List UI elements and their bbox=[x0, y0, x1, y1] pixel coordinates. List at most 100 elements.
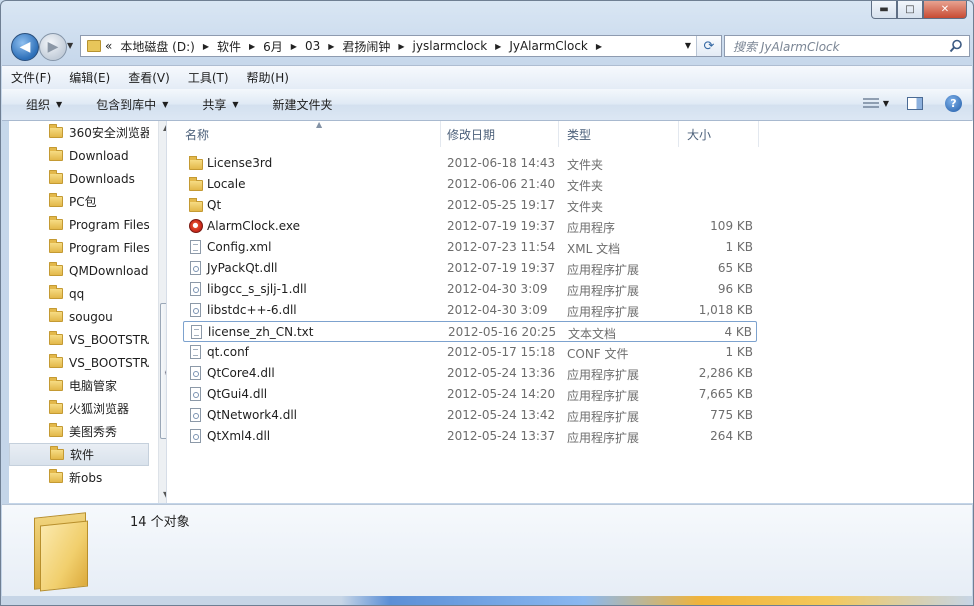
chevron-down-icon[interactable]: ▼ bbox=[883, 99, 889, 108]
file-type: CONF 文件 bbox=[567, 347, 629, 361]
column-header-size[interactable]: 大小 bbox=[679, 121, 759, 147]
file-name: QtGui4.dll bbox=[207, 387, 268, 401]
include-library-button[interactable]: 包含到库中 ▼ bbox=[78, 96, 178, 113]
navpane-item-label: VS_BOOTSTRA bbox=[69, 355, 149, 370]
file-size: 96 KB bbox=[717, 282, 753, 296]
navpane-item[interactable]: Program Files bbox=[9, 213, 149, 236]
search-input[interactable]: 搜索 JyAlarmClock bbox=[724, 35, 970, 57]
chevron-right-icon[interactable]: ▶ bbox=[328, 42, 334, 51]
navpane-item[interactable]: qq bbox=[9, 282, 149, 305]
navpane-item[interactable]: Downloads bbox=[9, 167, 149, 190]
recent-pages-dropdown[interactable]: ▼ bbox=[67, 41, 73, 50]
minimize-button[interactable]: ▬ bbox=[871, 1, 897, 19]
column-header-type[interactable]: 类型 bbox=[559, 121, 679, 147]
navpane-item[interactable]: Program Files bbox=[9, 236, 149, 259]
folder-icon bbox=[49, 285, 63, 299]
file-row[interactable]: Config.xml 2012-07-23 11:54 XML 文档 1 KB bbox=[183, 237, 757, 258]
chevron-down-icon: ▼ bbox=[56, 100, 63, 109]
dll-file-icon bbox=[190, 303, 201, 317]
file-size: 264 KB bbox=[710, 429, 753, 443]
column-size-label: 大小 bbox=[687, 127, 712, 142]
file-row[interactable]: QtCore4.dll 2012-05-24 13:36 应用程序扩展 2,286 K… bbox=[183, 363, 757, 384]
breadcrumb-item[interactable]: 6月 ▶ bbox=[263, 38, 297, 55]
chevron-right-icon[interactable]: ▶ bbox=[596, 42, 602, 51]
file-size: 65 KB bbox=[717, 261, 753, 275]
menu-item[interactable]: 编辑(E) bbox=[60, 69, 119, 86]
file-row[interactable]: Locale 2012-06-06 21:40 文件夹 bbox=[183, 174, 757, 195]
navpane-item[interactable]: PC包 bbox=[9, 190, 149, 213]
file-type: 应用程序扩展 bbox=[567, 305, 640, 319]
chevron-right-icon[interactable]: ▶ bbox=[398, 42, 404, 51]
file-row[interactable]: license_zh_CN.txt 2012-05-16 20:25 文本文档 4 K… bbox=[183, 321, 757, 342]
menu-item[interactable]: 帮助(H) bbox=[238, 69, 298, 86]
file-date: 2012-05-24 13:42 bbox=[447, 408, 556, 422]
navpane-item[interactable]: 美图秀秀 bbox=[9, 420, 149, 443]
breadcrumb-item[interactable]: jyslarmclock ▶ bbox=[413, 38, 502, 55]
breadcrumb-item[interactable]: 君扬闹钟 ▶ bbox=[342, 38, 404, 55]
breadcrumb-item[interactable]: JyAlarmClock ▶ bbox=[509, 38, 602, 55]
details-pane: 14 个对象 bbox=[2, 504, 972, 599]
organize-button[interactable]: 组织 ▼ bbox=[8, 96, 72, 113]
navpane-scrollbar[interactable]: ▲ ≡ ▼ bbox=[158, 121, 166, 503]
file-row[interactable]: libgcc_s_sjlj-1.dll 2012-04-30 3:09 应用程序扩展… bbox=[183, 279, 757, 300]
breadcrumb-item[interactable]: 03 ▶ bbox=[305, 38, 334, 55]
file-row[interactable]: License3rd 2012-06-18 14:43 文件夹 bbox=[183, 153, 757, 174]
command-bar: 组织 ▼ 包含到库中 ▼ 共享 ▼ 新建文件夹 ▼ ? bbox=[2, 89, 972, 121]
chevron-right-icon[interactable]: ▶ bbox=[291, 42, 297, 51]
navpane-item[interactable]: VS_BOOTSTRA bbox=[9, 351, 149, 374]
file-row[interactable]: AlarmClock.exe 2012-07-19 19:37 应用程序 109 KB bbox=[183, 216, 757, 237]
breadcrumb-item[interactable]: 本地磁盘 (D:) ▶ bbox=[120, 38, 209, 55]
breadcrumb-overflow[interactable]: « bbox=[105, 39, 112, 53]
back-button[interactable]: ◀ bbox=[11, 33, 39, 61]
navpane-item[interactable]: VS_BOOTSTRA bbox=[9, 328, 149, 351]
folder-icon bbox=[189, 156, 203, 170]
close-button[interactable]: ✕ bbox=[923, 1, 967, 19]
file-date: 2012-05-24 14:20 bbox=[447, 387, 556, 401]
navpane-item[interactable]: 火狐浏览器 bbox=[9, 397, 149, 420]
help-icon[interactable]: ? bbox=[945, 95, 962, 112]
menu-item[interactable]: 工具(T) bbox=[179, 69, 238, 86]
file-row[interactable]: QtGui4.dll 2012-05-24 14:20 应用程序扩展 7,665 KB bbox=[183, 384, 757, 405]
new-folder-button[interactable]: 新建文件夹 bbox=[255, 96, 343, 113]
maximize-button[interactable]: □ bbox=[897, 1, 923, 19]
forward-button[interactable]: ▶ bbox=[39, 33, 67, 61]
navpane-item[interactable]: 新obs bbox=[9, 466, 149, 489]
address-bar[interactable]: « 本地磁盘 (D:) ▶ 软件 ▶ 6月 ▶ 03 ▶ 君扬闹钟 ▶ jyslarmclock ▶ J… bbox=[80, 35, 722, 57]
menu-item[interactable]: 查看(V) bbox=[119, 69, 179, 86]
navpane-item-label: 新obs bbox=[69, 471, 103, 485]
large-folder-icon bbox=[32, 509, 88, 592]
breadcrumb-item[interactable]: 软件 ▶ bbox=[217, 38, 255, 55]
file-row[interactable]: QtNetwork4.dll 2012-05-24 13:42 应用程序扩展 775 … bbox=[183, 405, 757, 426]
navpane-item[interactable]: Download bbox=[9, 144, 149, 167]
navpane-item[interactable]: QMDownload bbox=[9, 259, 149, 282]
dll-file-icon bbox=[190, 366, 201, 380]
file-row[interactable]: QtXml4.dll 2012-05-24 13:37 应用程序扩展 264 KB bbox=[183, 426, 757, 447]
address-history-dropdown[interactable]: ▼ bbox=[685, 41, 691, 50]
chevron-right-icon[interactable]: ▶ bbox=[495, 42, 501, 51]
navpane-item[interactable]: 软件 bbox=[9, 443, 149, 466]
preview-pane-icon[interactable] bbox=[907, 97, 923, 110]
share-button[interactable]: 共享 ▼ bbox=[184, 96, 248, 113]
file-row[interactable]: libstdc++-6.dll 2012-04-30 3:09 应用程序扩展 1,01… bbox=[183, 300, 757, 321]
file-row[interactable]: JyPackQt.dll 2012-07-19 19:37 应用程序扩展 65 KB bbox=[183, 258, 757, 279]
scrollbar-thumb[interactable]: ≡ bbox=[160, 303, 166, 439]
chevron-right-icon[interactable]: ▶ bbox=[203, 42, 209, 51]
file-name: AlarmClock.exe bbox=[207, 219, 301, 233]
view-options-icon[interactable] bbox=[862, 97, 879, 110]
chevron-right-icon[interactable]: ▶ bbox=[249, 42, 255, 51]
breadcrumb-label: 软件 bbox=[216, 39, 241, 54]
navpane-item[interactable]: 电脑管家 bbox=[9, 374, 149, 397]
file-row[interactable]: Qt 2012-05-25 19:17 文件夹 bbox=[183, 195, 757, 216]
file-row[interactable]: qt.conf 2012-05-17 15:18 CONF 文件 1 KB bbox=[183, 342, 757, 363]
file-name: libstdc++-6.dll bbox=[207, 303, 297, 317]
search-icon[interactable] bbox=[949, 39, 963, 53]
refresh-button[interactable]: ⟳ bbox=[696, 36, 721, 56]
navpane-item[interactable]: 360安全浏览器 bbox=[9, 121, 149, 144]
file-date: 2012-04-30 3:09 bbox=[447, 282, 548, 296]
column-header-name[interactable]: 名称 ▲ bbox=[177, 120, 441, 147]
column-header-date[interactable]: 修改日期 bbox=[439, 121, 559, 147]
file-type: 应用程序扩展 bbox=[567, 284, 640, 298]
menu-item[interactable]: 文件(F) bbox=[2, 69, 60, 86]
file-name: Qt bbox=[207, 198, 222, 212]
navpane-item[interactable]: sougou bbox=[9, 305, 149, 328]
